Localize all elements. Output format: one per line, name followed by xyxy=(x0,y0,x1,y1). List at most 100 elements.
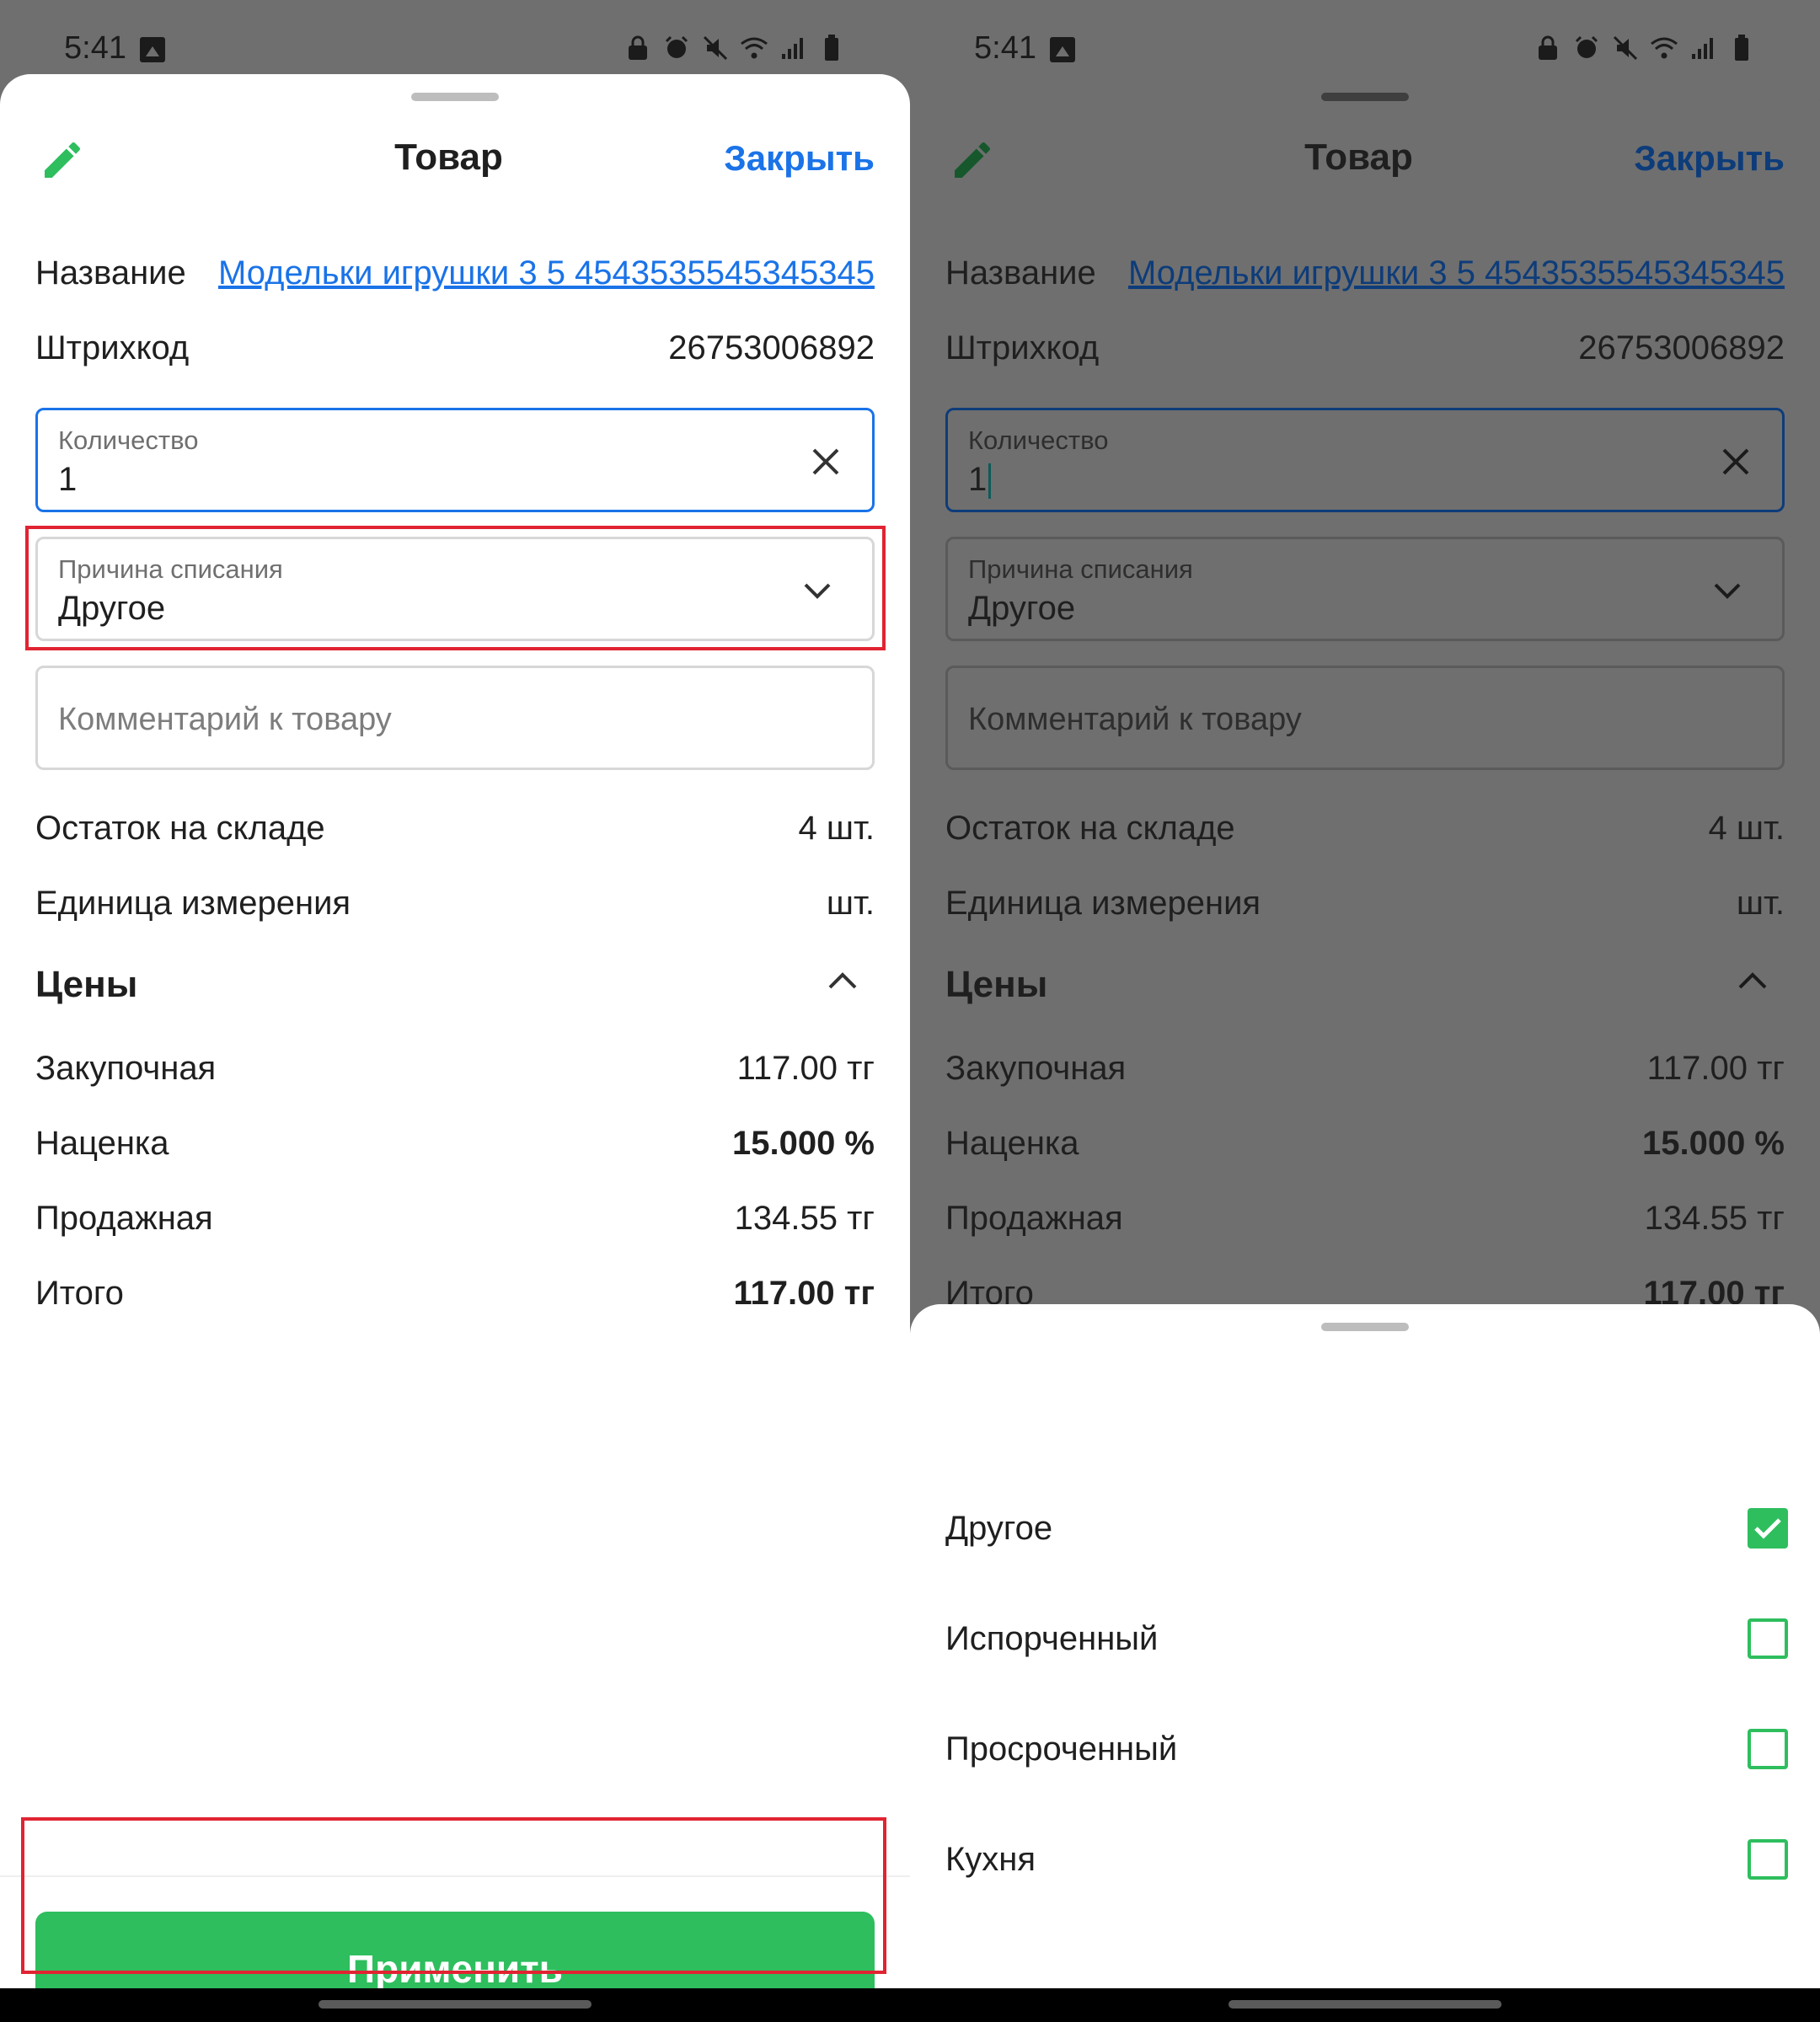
wifi-icon xyxy=(740,34,768,62)
unit-label: Единица измерения xyxy=(945,885,1261,922)
unit-value: шт. xyxy=(1736,885,1785,922)
purchase-value: 117.00 тг xyxy=(1646,1050,1785,1087)
purchase-row: Закупочная 117.00 тг xyxy=(945,1050,1785,1088)
status-time: 5:41 xyxy=(974,30,1036,66)
stock-value: 4 шт. xyxy=(1708,810,1785,847)
reason-option[interactable]: Кухня xyxy=(945,1826,1796,1893)
chevron-up-icon[interactable] xyxy=(826,969,866,1009)
close-button[interactable]: Закрыть xyxy=(724,138,875,179)
reason-option[interactable]: Другое xyxy=(945,1495,1796,1562)
drag-handle[interactable] xyxy=(1321,1323,1409,1331)
barcode-row: Штрихкод 26753006892 xyxy=(945,329,1785,367)
total-row: Итого 117.00 тг xyxy=(35,1275,875,1313)
lock-icon xyxy=(1534,34,1562,62)
home-gesture-bar[interactable] xyxy=(318,2000,592,2009)
barcode-value: 26753006892 xyxy=(668,329,875,366)
quantity-label: Количество xyxy=(58,425,199,455)
name-row: Название Модельки игрушки 3 5 4543535545… xyxy=(35,254,875,292)
purchase-value: 117.00 тг xyxy=(736,1050,875,1087)
close-icon[interactable] xyxy=(805,441,847,483)
reason-highlight xyxy=(25,526,886,650)
prices-title: Цены xyxy=(945,964,1048,1005)
sale-row: Продажная 134.55 тг xyxy=(35,1200,875,1238)
quantity-value: 1 xyxy=(58,461,78,498)
sale-label: Продажная xyxy=(35,1200,213,1237)
name-row: Название Модельки игрушки 3 5 4543535545… xyxy=(945,254,1785,292)
stock-label: Остаток на складе xyxy=(35,810,325,847)
name-label: Название xyxy=(945,254,1096,292)
checkbox-icon[interactable] xyxy=(1748,1618,1788,1659)
drag-handle xyxy=(1321,93,1409,101)
barcode-value: 26753006892 xyxy=(1578,329,1785,366)
option-label: Кухня xyxy=(945,1840,1036,1878)
screen-left: 5:41 Товар Закрыть Название Модельки игр… xyxy=(0,0,910,2022)
unit-row: Единица измерения шт. xyxy=(945,885,1785,923)
unit-row: Единица измерения шт. xyxy=(35,885,875,923)
status-icons xyxy=(624,34,846,62)
product-name-link[interactable]: Модельки игрушки 3 5 4543535545345345 xyxy=(218,254,875,292)
checkbox-icon[interactable] xyxy=(1748,1508,1788,1549)
quantity-input-wrap: 1 xyxy=(968,461,992,500)
chevron-down-icon xyxy=(1706,570,1748,612)
alarm-icon xyxy=(1572,34,1601,62)
option-label: Другое xyxy=(945,1509,1053,1547)
mute-icon xyxy=(701,34,730,62)
quantity-field[interactable]: Количество 1 xyxy=(35,408,875,512)
reason-value: Другое xyxy=(968,590,1076,627)
close-icon xyxy=(1715,441,1757,483)
prices-title: Цены xyxy=(35,964,138,1005)
comment-placeholder: Комментарий к товару xyxy=(968,702,1302,737)
sale-label: Продажная xyxy=(945,1200,1123,1237)
status-bar: 5:41 xyxy=(910,0,1820,74)
product-name-link: Модельки игрушки 3 5 4543535545345345 xyxy=(1128,254,1785,292)
barcode-row: Штрихкод 26753006892 xyxy=(35,329,875,367)
purchase-label: Закупочная xyxy=(35,1050,217,1087)
checkbox-icon[interactable] xyxy=(1748,1729,1788,1769)
name-label: Название xyxy=(35,254,186,292)
close-button: Закрыть xyxy=(1634,138,1785,178)
reason-option[interactable]: Просроченный xyxy=(945,1715,1796,1783)
markup-value: 15.000 % xyxy=(731,1125,875,1162)
unit-value: шт. xyxy=(826,885,875,922)
reason-label: Причина списания xyxy=(968,554,1193,584)
stock-row: Остаток на складе 4 шт. xyxy=(945,810,1785,848)
screen-right: 5:41 Товар Закрыть Название Модельки игр… xyxy=(910,0,1820,2022)
checkbox-icon[interactable] xyxy=(1748,1839,1788,1880)
markup-value: 15.000 % xyxy=(1641,1125,1785,1162)
alarm-icon xyxy=(662,34,691,62)
markup-label: Наценка xyxy=(945,1125,1079,1162)
comment-placeholder: Комментарий к товару xyxy=(58,702,392,737)
status-icons xyxy=(1534,34,1756,62)
battery-icon xyxy=(1727,34,1756,62)
stock-value: 4 шт. xyxy=(798,810,875,847)
quantity-field: Количество 1 xyxy=(945,408,1785,512)
reason-select: Причина списания Другое xyxy=(945,537,1785,641)
status-time: 5:41 xyxy=(64,30,126,66)
mute-icon xyxy=(1611,34,1640,62)
reason-option[interactable]: Испорченный xyxy=(945,1605,1796,1672)
option-label: Испорченный xyxy=(945,1619,1159,1657)
barcode-label: Штрихкод xyxy=(35,329,190,366)
barcode-label: Штрихкод xyxy=(945,329,1100,366)
text-cursor xyxy=(988,463,992,500)
sale-value: 134.55 тг xyxy=(734,1200,875,1237)
option-label: Просроченный xyxy=(945,1730,1178,1768)
signal-icon xyxy=(779,34,807,62)
quantity-label: Количество xyxy=(968,425,1109,455)
unit-label: Единица измерения xyxy=(35,885,351,922)
purchase-row: Закупочная 117.00 тг xyxy=(35,1050,875,1088)
markup-label: Наценка xyxy=(35,1125,169,1162)
comment-field: Комментарий к товару xyxy=(945,666,1785,770)
markup-row: Наценка 15.000 % xyxy=(35,1125,875,1163)
home-gesture-bar[interactable] xyxy=(1228,2000,1502,2009)
gallery-icon xyxy=(140,37,165,62)
nav-bar xyxy=(0,1988,910,2022)
lock-icon xyxy=(624,34,652,62)
product-sheet: Товар Закрыть Название Модельки игрушки … xyxy=(0,74,910,2022)
signal-icon xyxy=(1689,34,1717,62)
drag-handle[interactable] xyxy=(411,93,499,101)
wifi-icon xyxy=(1650,34,1678,62)
purchase-label: Закупочная xyxy=(945,1050,1127,1087)
comment-field[interactable]: Комментарий к товару xyxy=(35,666,875,770)
quantity-value: 1 xyxy=(968,461,988,498)
